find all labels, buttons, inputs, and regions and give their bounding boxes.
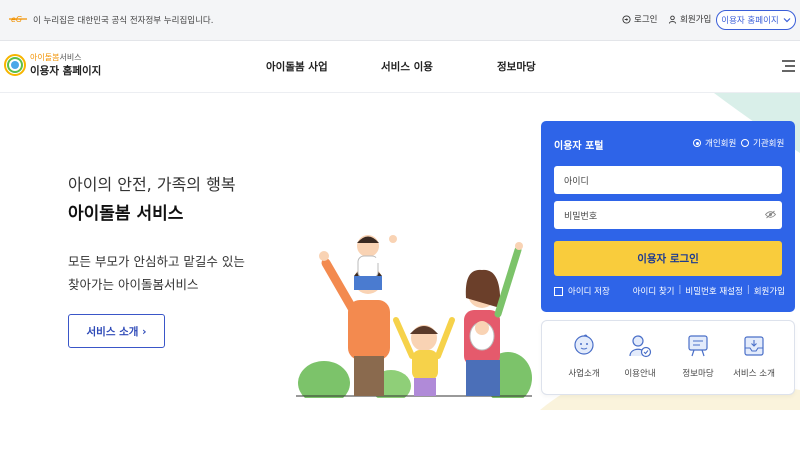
hero-description-line1: 모든 부모가 안심하고 맡길수 있는 — [68, 254, 245, 269]
portal-links: 아이디 찾기 | 비밀번호 재설정 | 회원가입 — [633, 285, 785, 297]
logo-title: 아이돌봄서비스 — [30, 52, 82, 63]
quick-menu: 사업소개 이용안내 정보마당 서비스 소개 — [541, 320, 795, 395]
radio-org-member[interactable]: 기관회원 — [741, 137, 784, 149]
person-icon — [668, 15, 677, 24]
user-portal-login: 이용자 포털 개인회원 기관회원 아이디 비밀번호 이용자 로그인 아이디 저장… — [541, 121, 795, 312]
nav-info-square[interactable]: 정보마당 — [497, 59, 536, 74]
id-input[interactable]: 아이디 — [554, 166, 782, 194]
portal-title: 이용자 포털 — [554, 141, 604, 152]
quick-info-square[interactable]: 정보마당 — [670, 333, 726, 379]
eg-logo-icon: eG — [9, 15, 27, 24]
board-icon — [688, 335, 708, 357]
radio-checked-icon — [693, 139, 701, 147]
portal-signup-link[interactable]: 회원가입 — [754, 285, 785, 297]
password-placeholder: 비밀번호 — [564, 211, 598, 222]
user-login-button[interactable]: 이용자 로그인 — [554, 241, 782, 276]
family-illustration — [296, 235, 532, 398]
reset-password-link[interactable]: 비밀번호 재설정 — [685, 285, 742, 297]
radio-unchecked-icon — [741, 139, 749, 147]
signup-label: 회원가입 — [680, 15, 712, 25]
signup-link[interactable]: 회원가입 — [668, 13, 711, 25]
quick-service-intro[interactable]: 서비스 소개 — [726, 333, 782, 379]
user-check-icon — [629, 335, 652, 358]
user-home-select[interactable]: 이용자 홈페이지 — [716, 10, 796, 30]
service-intro-button[interactable]: 서비스 소개 › — [68, 314, 165, 348]
gov-banner: eG 이 누리집은 대한민국 공식 전자정부 누리집입니다. 로그인 회원가입 … — [0, 0, 800, 41]
radio-personal-label: 개인회원 — [705, 139, 737, 149]
chevron-down-icon — [783, 18, 791, 23]
logo-suffix: 서비스 — [59, 53, 82, 62]
login-label: 로그인 — [634, 15, 658, 25]
login-link[interactable]: 로그인 — [622, 13, 657, 25]
nav-childcare-business[interactable]: 아이돌봄 사업 — [266, 59, 328, 74]
radio-personal-member[interactable]: 개인회원 — [693, 137, 736, 149]
quick-label: 정보마당 — [682, 369, 714, 379]
inbox-icon — [744, 336, 764, 356]
nav-service-use[interactable]: 서비스 이용 — [381, 59, 433, 74]
eye-off-icon[interactable] — [765, 210, 776, 219]
menu-icon[interactable] — [780, 59, 796, 73]
login-icon — [622, 14, 631, 24]
quick-label: 이용안내 — [624, 369, 656, 379]
quick-usage-guide[interactable]: 이용안내 — [612, 333, 668, 379]
site-header: 아이돌봄서비스 이용자 홈페이지 아이돌봄 사업 서비스 이용 정보마당 — [0, 41, 800, 93]
gov-notice-text: 이 누리집은 대한민국 공식 전자정부 누리집입니다. — [33, 16, 214, 26]
save-id-label: 아이디 저장 — [568, 287, 610, 297]
svg-text:eG: eG — [11, 15, 22, 24]
link-separator: | — [678, 285, 682, 295]
save-id-checkbox[interactable]: 아이디 저장 — [554, 285, 610, 297]
hero-subtitle: 아이의 안전, 가족의 행복 — [68, 175, 236, 194]
password-input[interactable]: 비밀번호 — [554, 201, 782, 229]
quick-business-intro[interactable]: 사업소개 — [556, 333, 612, 379]
hero-description-line2: 찾아가는 아이돌봄서비스 — [68, 277, 199, 292]
user-home-label: 이용자 홈페이지 — [721, 16, 779, 26]
link-separator: | — [746, 285, 750, 295]
quick-label: 사업소개 — [568, 369, 600, 379]
baby-icon — [574, 334, 594, 355]
checkbox-icon — [554, 286, 563, 296]
find-id-link[interactable]: 아이디 찾기 — [633, 285, 675, 297]
quick-label: 서비스 소개 — [733, 369, 775, 379]
radio-org-label: 기관회원 — [753, 139, 785, 149]
logo-brand: 아이돌봄 — [30, 53, 60, 62]
id-placeholder: 아이디 — [564, 176, 589, 187]
logo-subtitle: 이용자 홈페이지 — [30, 65, 102, 77]
logo-icon[interactable] — [4, 54, 26, 76]
hero-title: 아이돌봄 서비스 — [68, 204, 184, 224]
